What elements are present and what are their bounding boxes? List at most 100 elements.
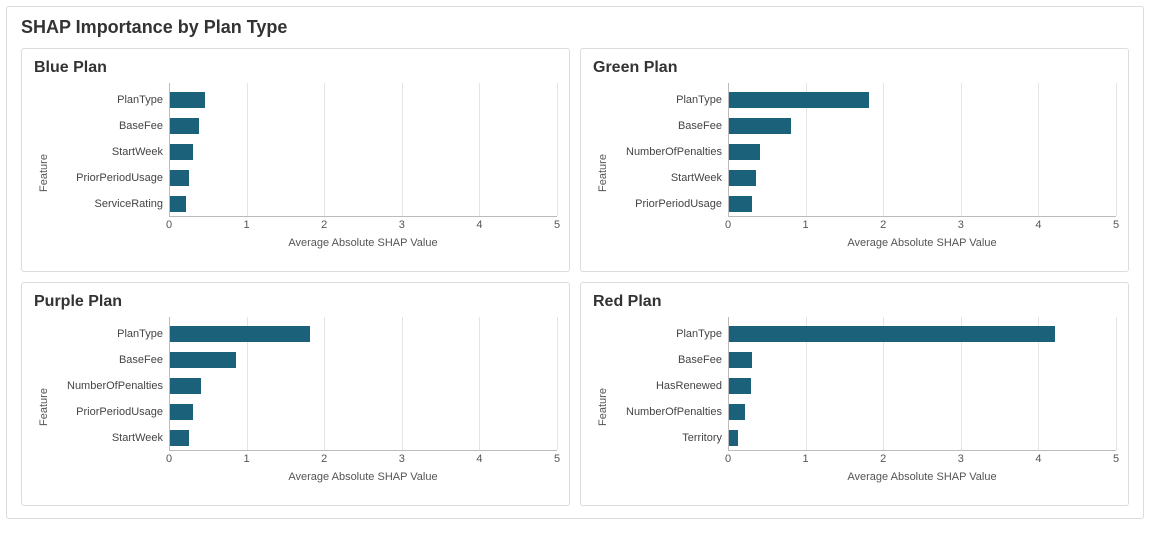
bar [729, 378, 751, 394]
bar [170, 144, 193, 160]
bar [729, 352, 752, 368]
bars-area [728, 317, 1116, 451]
bar-row [728, 399, 1116, 425]
plot-area: 0 1 2 3 4 5 Average Absolute SHAP Value [728, 83, 1116, 263]
chart-body: Feature PlanTypeBaseFeeNumberOfPenaltiesP… [34, 317, 557, 497]
category-label: StartWeek [613, 165, 728, 191]
category-label: PlanType [54, 87, 169, 113]
category-labels: PlanTypeBaseFeeNumberOfPenaltiesPriorPer… [54, 317, 169, 497]
x-tick-label: 3 [958, 219, 964, 231]
x-tick-label: 2 [880, 219, 886, 231]
plot-area: 012345Average Absolute SHAP Value [169, 83, 557, 263]
gridline [1116, 83, 1117, 216]
y-axis-label: Feature [38, 388, 50, 426]
category-label: BaseFee [54, 347, 169, 373]
bar-row [169, 113, 557, 139]
category-label: HasRenewed [613, 373, 728, 399]
chart-title: Blue Plan [34, 59, 557, 77]
chart-panel: Blue Plan Feature PlanTypeBaseFeeStartWeek… [21, 48, 570, 272]
category-label: PlanType [613, 321, 728, 347]
x-tick-label: 4 [476, 219, 482, 231]
bar-row [728, 87, 1116, 113]
category-label: NumberOfPenalties [613, 139, 728, 165]
bar [729, 404, 745, 420]
bar [170, 404, 193, 420]
bar [729, 196, 752, 212]
category-label: NumberOfPenalties [54, 373, 169, 399]
bar [729, 430, 738, 446]
chart-panel: Green PlanFeaturePlanTypeBaseFeeNumberOf… [580, 48, 1129, 272]
bar-row [169, 425, 557, 451]
x-tick-label: 4 [1035, 219, 1041, 231]
category-labels: PlanTypeBaseFeeNumberOfPenaltiesStartWee… [613, 83, 728, 263]
x-tick-label: 3 [958, 453, 964, 465]
x-axis-label: Average Absolute SHAP Value [169, 237, 557, 249]
chart-body: Feature PlanTypeBaseFeeHasRenewedNumberOf… [593, 317, 1116, 497]
x-tick-label: 0 [725, 219, 731, 231]
category-label: PriorPeriodUsage [613, 191, 728, 217]
bars-area [169, 83, 557, 217]
x-tick-label: 2 [321, 219, 327, 231]
x-tick-label: 5 [554, 219, 560, 231]
bars-container [728, 321, 1116, 451]
x-tick-label: 1 [803, 453, 809, 465]
y-axis-label: Feature [597, 154, 609, 192]
gridline [1116, 317, 1117, 450]
category-label: PriorPeriodUsage [54, 165, 169, 191]
plot-area: 0 1 2 3 4 5 Average Absolute SHAP Value [728, 317, 1116, 497]
x-tick-label: 3 [399, 453, 405, 465]
category-label: BaseFee [613, 347, 728, 373]
category-label: NumberOfPenalties [613, 399, 728, 425]
bar [170, 118, 199, 134]
category-label: PlanType [613, 87, 728, 113]
bar [170, 326, 310, 342]
x-tick-label: 2 [321, 453, 327, 465]
chart-title: Red Plan [593, 293, 1116, 311]
x-ticks: 0 1 2 3 4 5 [728, 217, 1116, 235]
bar-row [169, 347, 557, 373]
bar-row [728, 113, 1116, 139]
x-tick-label: 5 [1113, 453, 1119, 465]
category-label: ServiceRating [54, 191, 169, 217]
bar-row [169, 321, 557, 347]
y-axis-label: Feature [597, 388, 609, 426]
bar-row [169, 87, 557, 113]
bar [170, 92, 205, 108]
bar [729, 118, 791, 134]
x-tick-label: 5 [1113, 219, 1119, 231]
x-ticks: 012345 [169, 451, 557, 469]
bar [729, 170, 756, 186]
page-title: SHAP Importance by Plan Type [21, 17, 1129, 38]
y-axis-label: Feature [38, 154, 50, 192]
bars-area [728, 83, 1116, 217]
plot-area: 012345Average Absolute SHAP Value [169, 317, 557, 497]
x-axis-label: Average Absolute SHAP Value [728, 471, 1116, 483]
main-panel: SHAP Importance by Plan Type Blue Plan Fe… [6, 6, 1144, 519]
x-tick-label: 1 [244, 219, 250, 231]
x-axis-label: Average Absolute SHAP Value [728, 237, 1116, 249]
x-ticks: 0 1 2 3 4 5 [728, 451, 1116, 469]
x-tick-label: 4 [1035, 453, 1041, 465]
bars-container [728, 87, 1116, 217]
chart-grid: Blue PlanFeaturePlanTypeBaseFeeStartWeek… [21, 48, 1129, 506]
category-label: StartWeek [54, 139, 169, 165]
bars-container [169, 321, 557, 451]
x-tick-label: 2 [880, 453, 886, 465]
chart-panel: Red Plan Feature PlanTypeBaseFeeHasRenewed… [580, 282, 1129, 506]
x-tick-label: 0 [725, 453, 731, 465]
x-tick-label: 1 [244, 453, 250, 465]
bar-row [169, 191, 557, 217]
bar [170, 378, 201, 394]
bar-row [728, 139, 1116, 165]
bar-row [728, 165, 1116, 191]
bar-row [169, 165, 557, 191]
category-labels: PlanTypeBaseFeeHasRenewedNumberOfPenalti… [613, 317, 728, 497]
bars-area [169, 317, 557, 451]
chart-title: Purple Plan [34, 293, 557, 311]
bar [170, 430, 189, 446]
bar [729, 144, 760, 160]
category-labels: PlanTypeBaseFeeStartWeekPriorPeriodUsage… [54, 83, 169, 263]
x-tick-label: 1 [803, 219, 809, 231]
category-label: StartWeek [54, 425, 169, 451]
bars-container [169, 87, 557, 217]
